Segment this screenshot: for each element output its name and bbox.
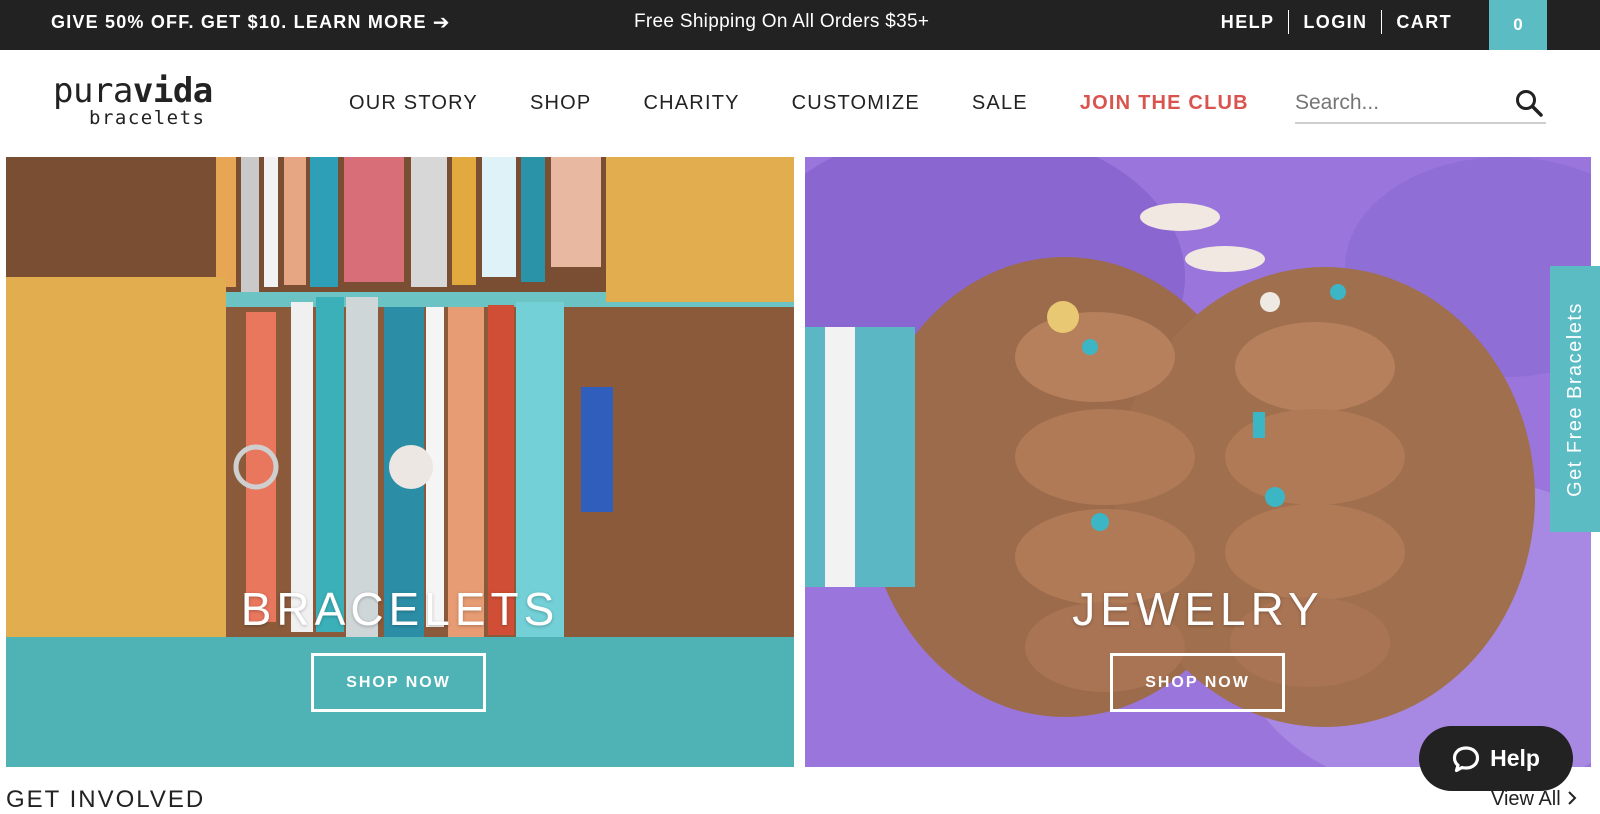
logo-word-vida: vida — [132, 71, 213, 111]
section-title: GET INVOLVED — [6, 786, 206, 813]
utility-links: HELP LOGIN CART — [1207, 0, 1466, 44]
chevron-right-icon — [1568, 791, 1577, 805]
help-chat-button[interactable]: Help — [1419, 726, 1573, 791]
logo-word-pura: pura — [53, 71, 133, 111]
bracelets-tile[interactable]: BRACELETS SHOP NOW — [6, 157, 794, 767]
help-label: Help — [1490, 745, 1540, 771]
announcement-bar: GIVE 50% OFF. GET $10. LEARN MORE ➔ Free… — [0, 0, 1600, 50]
nav-customize[interactable]: CUSTOMIZE — [792, 92, 920, 115]
login-link[interactable]: LOGIN — [1289, 12, 1381, 33]
nav-sale[interactable]: SALE — [972, 92, 1028, 115]
cart-count-badge[interactable]: 0 — [1489, 0, 1547, 50]
promo-text[interactable]: GIVE 50% OFF. GET $10. LEARN MORE — [51, 12, 427, 33]
nav-our-story[interactable]: OUR STORY — [349, 92, 478, 115]
site-header: puravida bracelets OUR STORY SHOP CHARIT… — [0, 50, 1600, 157]
logo-subtitle: bracelets — [89, 107, 206, 129]
chat-bubble-icon — [1452, 745, 1480, 772]
search-input[interactable] — [1295, 86, 1505, 120]
search-icon[interactable] — [1514, 88, 1544, 118]
jewelry-tile[interactable]: JEWELRY SHOP NOW — [805, 157, 1591, 767]
nav-charity[interactable]: CHARITY — [643, 92, 739, 115]
help-link[interactable]: HELP — [1207, 12, 1289, 33]
view-all-label[interactable]: View All — [1491, 788, 1561, 810]
search-box — [1295, 86, 1546, 124]
shop-bracelets-button[interactable]: SHOP NOW — [311, 653, 486, 712]
shop-jewelry-button[interactable]: SHOP NOW — [1110, 653, 1285, 712]
bracelets-title: BRACELETS — [240, 583, 560, 635]
cart-link[interactable]: CART — [1382, 12, 1466, 33]
logo-wordmark: puravida — [53, 74, 253, 108]
get-free-bracelets-tab[interactable]: Get Free Bracelets — [1550, 266, 1600, 532]
main-nav: OUR STORY SHOP CHARITY CUSTOMIZE SALE JO… — [349, 50, 1249, 157]
shipping-message: Free Shipping On All Orders $35+ — [634, 11, 930, 32]
promo-link[interactable]: GIVE 50% OFF. GET $10. LEARN MORE ➔ — [51, 0, 451, 44]
side-tab-label: Get Free Bracelets — [1563, 301, 1586, 497]
nav-join-the-club[interactable]: JOIN THE CLUB — [1080, 92, 1249, 115]
nav-shop[interactable]: SHOP — [530, 92, 591, 115]
arrow-right-icon: ➔ — [432, 11, 451, 34]
logo[interactable]: puravida bracelets — [53, 74, 253, 130]
jewelry-title: JEWELRY — [1072, 583, 1324, 635]
